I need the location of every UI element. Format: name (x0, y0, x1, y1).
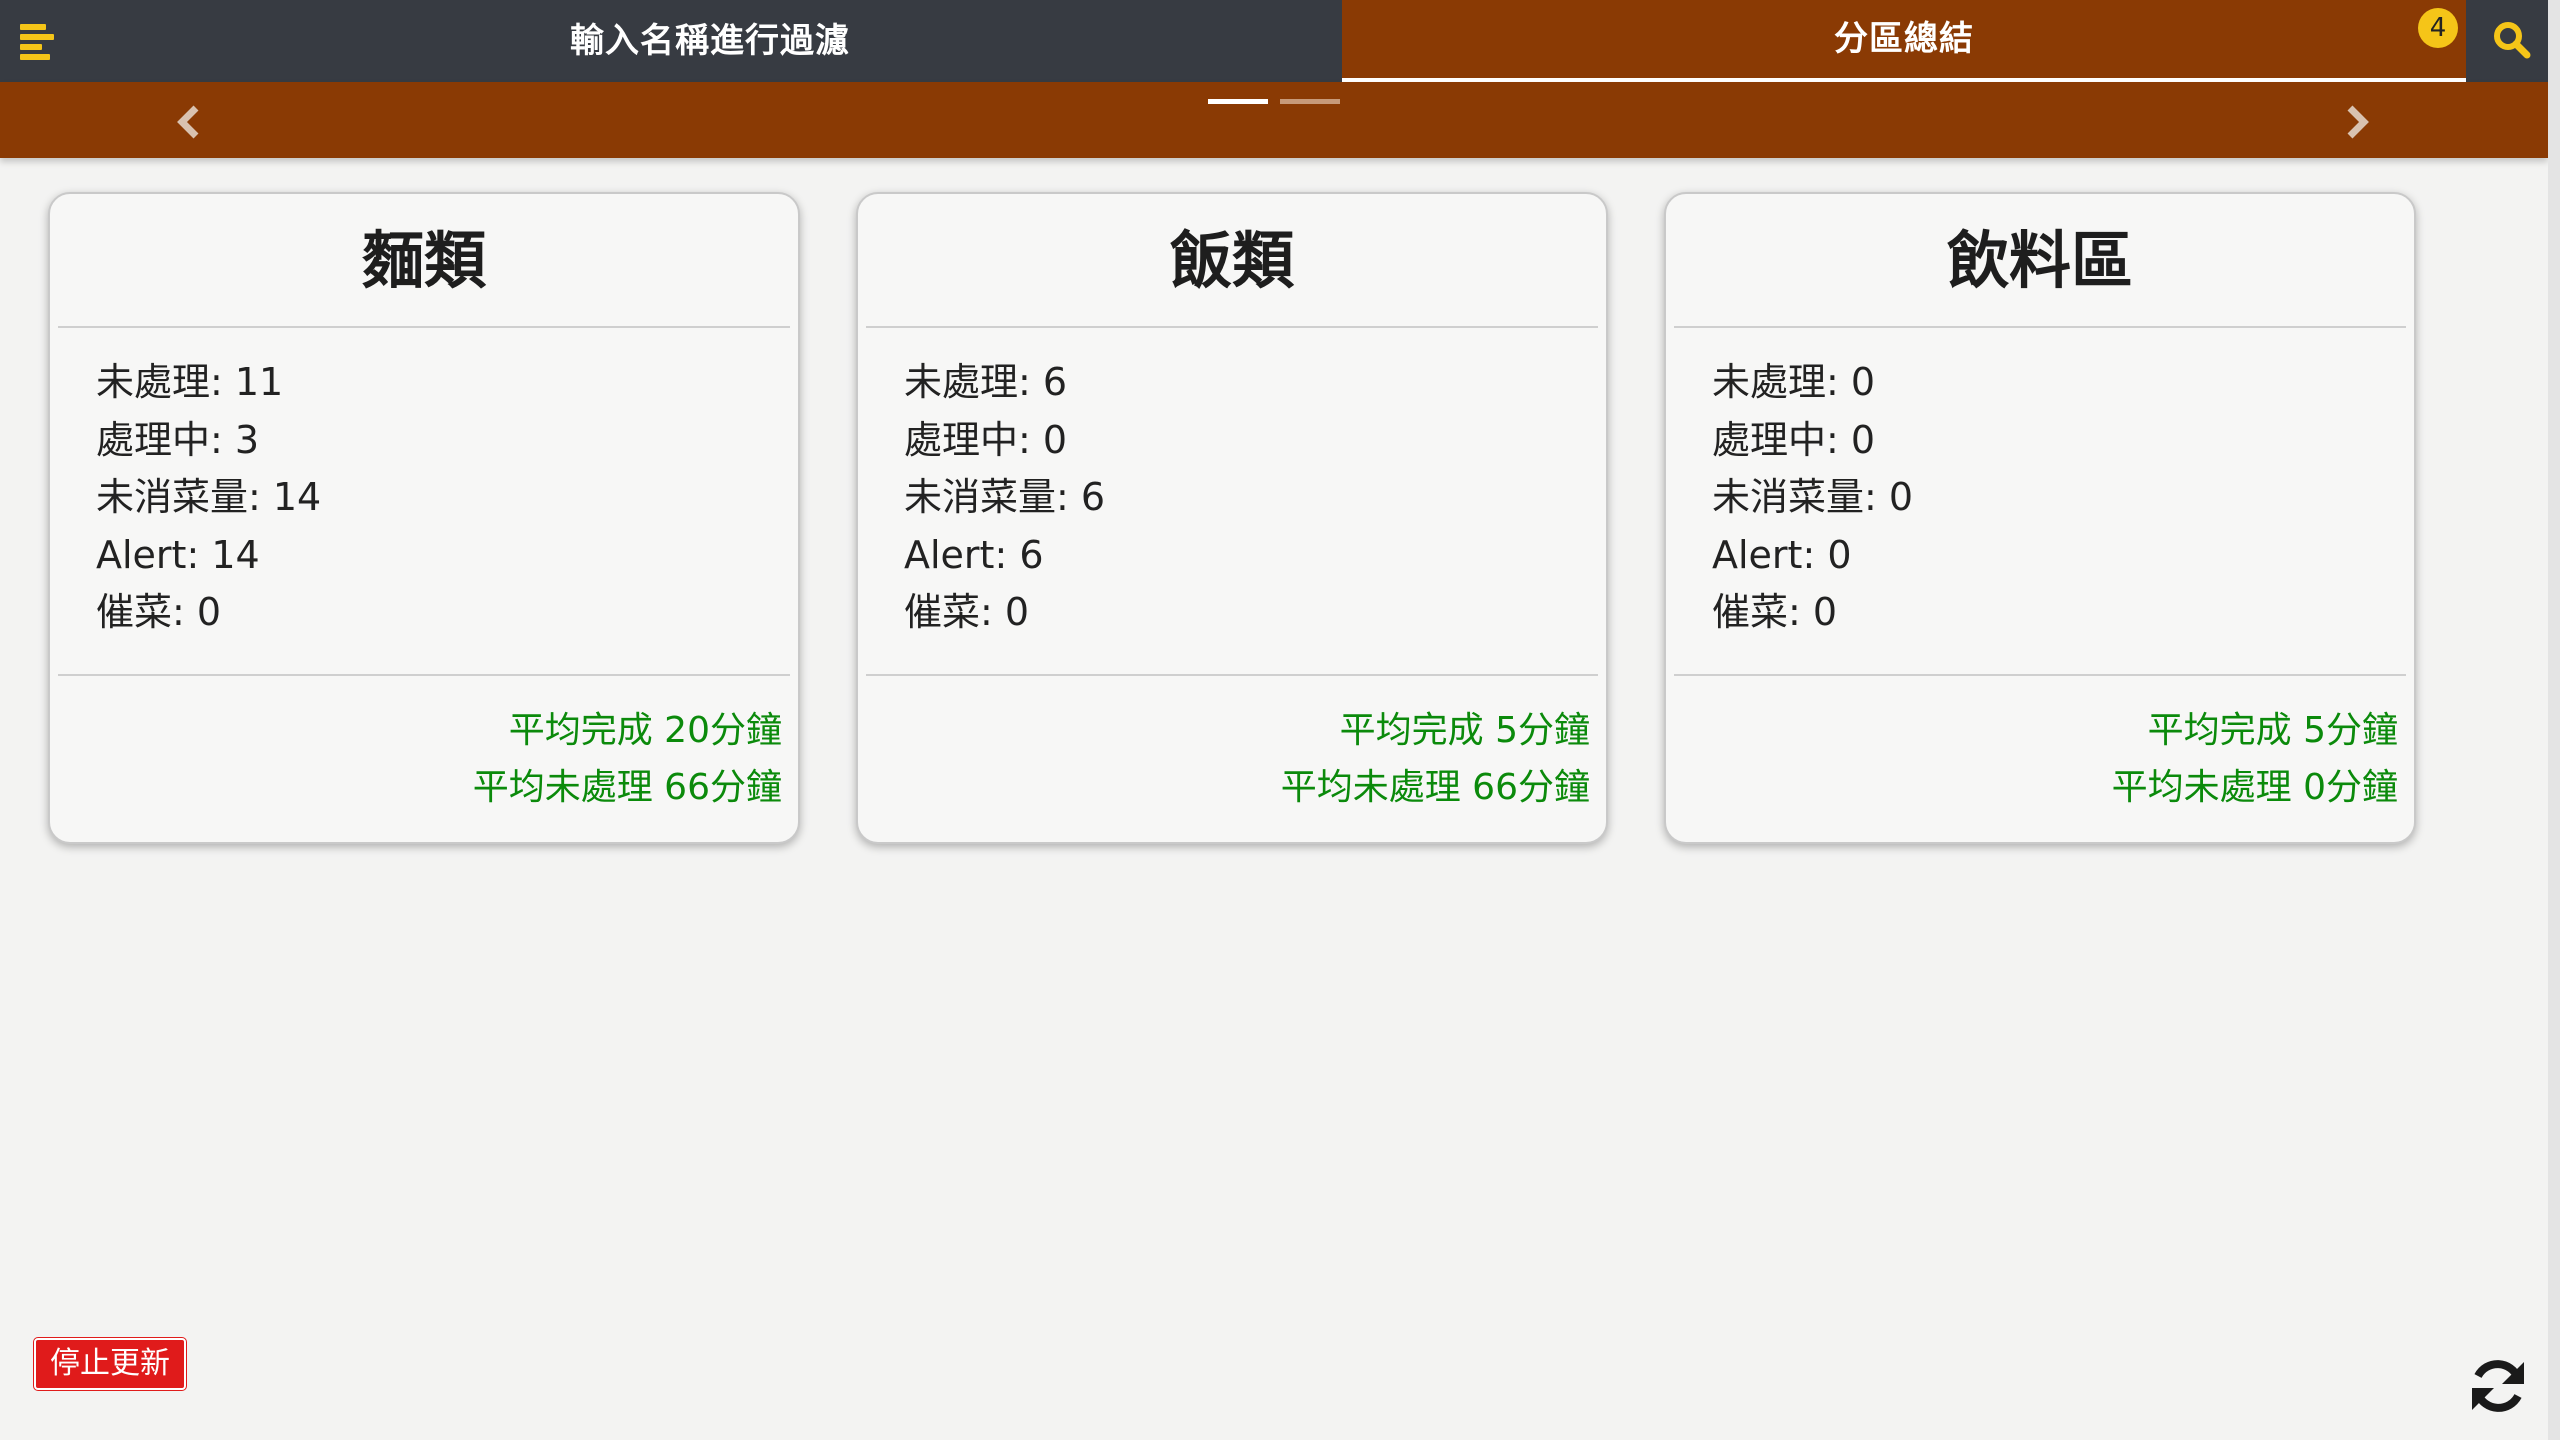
card-title: 飲料區 (1674, 194, 2406, 328)
card-stats: 未處理: 0 處理中: 0 未消菜量: 0 Alert: 0 催菜: 0 (1712, 354, 2394, 642)
stat-processing: 處理中: 3 (96, 417, 260, 462)
zone-card-noodles[interactable]: 麵類 未處理: 11 處理中: 3 未消菜量: 14 Alert: 14 催菜:… (48, 192, 800, 844)
avg-complete: 平均完成 5分鐘 (1339, 710, 1590, 751)
zone-card-rice[interactable]: 飯類 未處理: 6 處理中: 0 未消菜量: 6 Alert: 6 催菜: 0 … (856, 192, 1608, 844)
stat-unprocessed: 未處理: 0 (1712, 360, 1876, 404)
card-title: 飯類 (866, 194, 1598, 328)
avg-pending: 平均未處理 0分鐘 (2111, 767, 2398, 808)
stat-processing: 處理中: 0 (904, 417, 1068, 462)
stat-alert: Alert: 0 (1712, 532, 1852, 577)
stat-unprocessed: 未處理: 6 (904, 360, 1068, 404)
chevron-left-icon[interactable] (172, 104, 208, 140)
avg-complete: 平均完成 5分鐘 (2147, 710, 2398, 751)
card-divider (58, 674, 790, 676)
stat-unserved-qty: 未消菜量: 0 (1712, 475, 1914, 519)
stat-rush: 催菜: 0 (96, 590, 222, 634)
card-footer: 平均完成 5分鐘 平均未處理 66分鐘 (1281, 702, 1590, 816)
top-bar: 輸入名稱進行過濾 分區總結 4 (0, 0, 2548, 82)
filter-input-title[interactable]: 輸入名稱進行過濾 (90, 0, 1330, 82)
avg-complete: 平均完成 20分鐘 (508, 710, 782, 751)
menu-icon[interactable] (20, 22, 56, 60)
avg-pending: 平均未處理 66分鐘 (472, 767, 782, 808)
stat-unserved-qty: 未消菜量: 6 (904, 475, 1106, 519)
stat-rush: 催菜: 0 (904, 590, 1030, 634)
refresh-icon[interactable] (2466, 1354, 2530, 1418)
notification-badge: 4 (2418, 8, 2458, 48)
search-icon[interactable] (2490, 18, 2534, 62)
stat-rush: 催菜: 0 (1712, 590, 1838, 634)
card-stats: 未處理: 6 處理中: 0 未消菜量: 6 Alert: 6 催菜: 0 (904, 354, 1586, 642)
card-footer: 平均完成 20分鐘 平均未處理 66分鐘 (473, 702, 782, 816)
stop-update-button[interactable]: 停止更新 (34, 1338, 186, 1390)
card-title: 麵類 (58, 194, 790, 328)
stat-unserved-qty: 未消菜量: 14 (96, 475, 322, 519)
stat-processing: 處理中: 0 (1712, 417, 1876, 462)
card-divider (866, 674, 1598, 676)
slider-dot-2[interactable] (1280, 99, 1340, 104)
card-divider (1674, 674, 2406, 676)
stat-alert: Alert: 14 (96, 532, 260, 577)
scrollbar[interactable] (2548, 0, 2560, 1440)
card-stats: 未處理: 11 處理中: 3 未消菜量: 14 Alert: 14 催菜: 0 (96, 354, 778, 642)
tab-zone-summary[interactable]: 分區總結 (1342, 0, 2466, 82)
slider-bar (0, 82, 2548, 158)
stat-unprocessed: 未處理: 11 (96, 360, 284, 404)
card-footer: 平均完成 5分鐘 平均未處理 0分鐘 (2112, 702, 2398, 816)
stat-alert: Alert: 6 (904, 532, 1044, 577)
avg-pending: 平均未處理 66分鐘 (1280, 767, 1590, 808)
slider-dot-1[interactable] (1208, 99, 1268, 104)
chevron-right-icon[interactable] (2338, 104, 2374, 140)
zone-card-drinks[interactable]: 飲料區 未處理: 0 處理中: 0 未消菜量: 0 Alert: 0 催菜: 0… (1664, 192, 2416, 844)
